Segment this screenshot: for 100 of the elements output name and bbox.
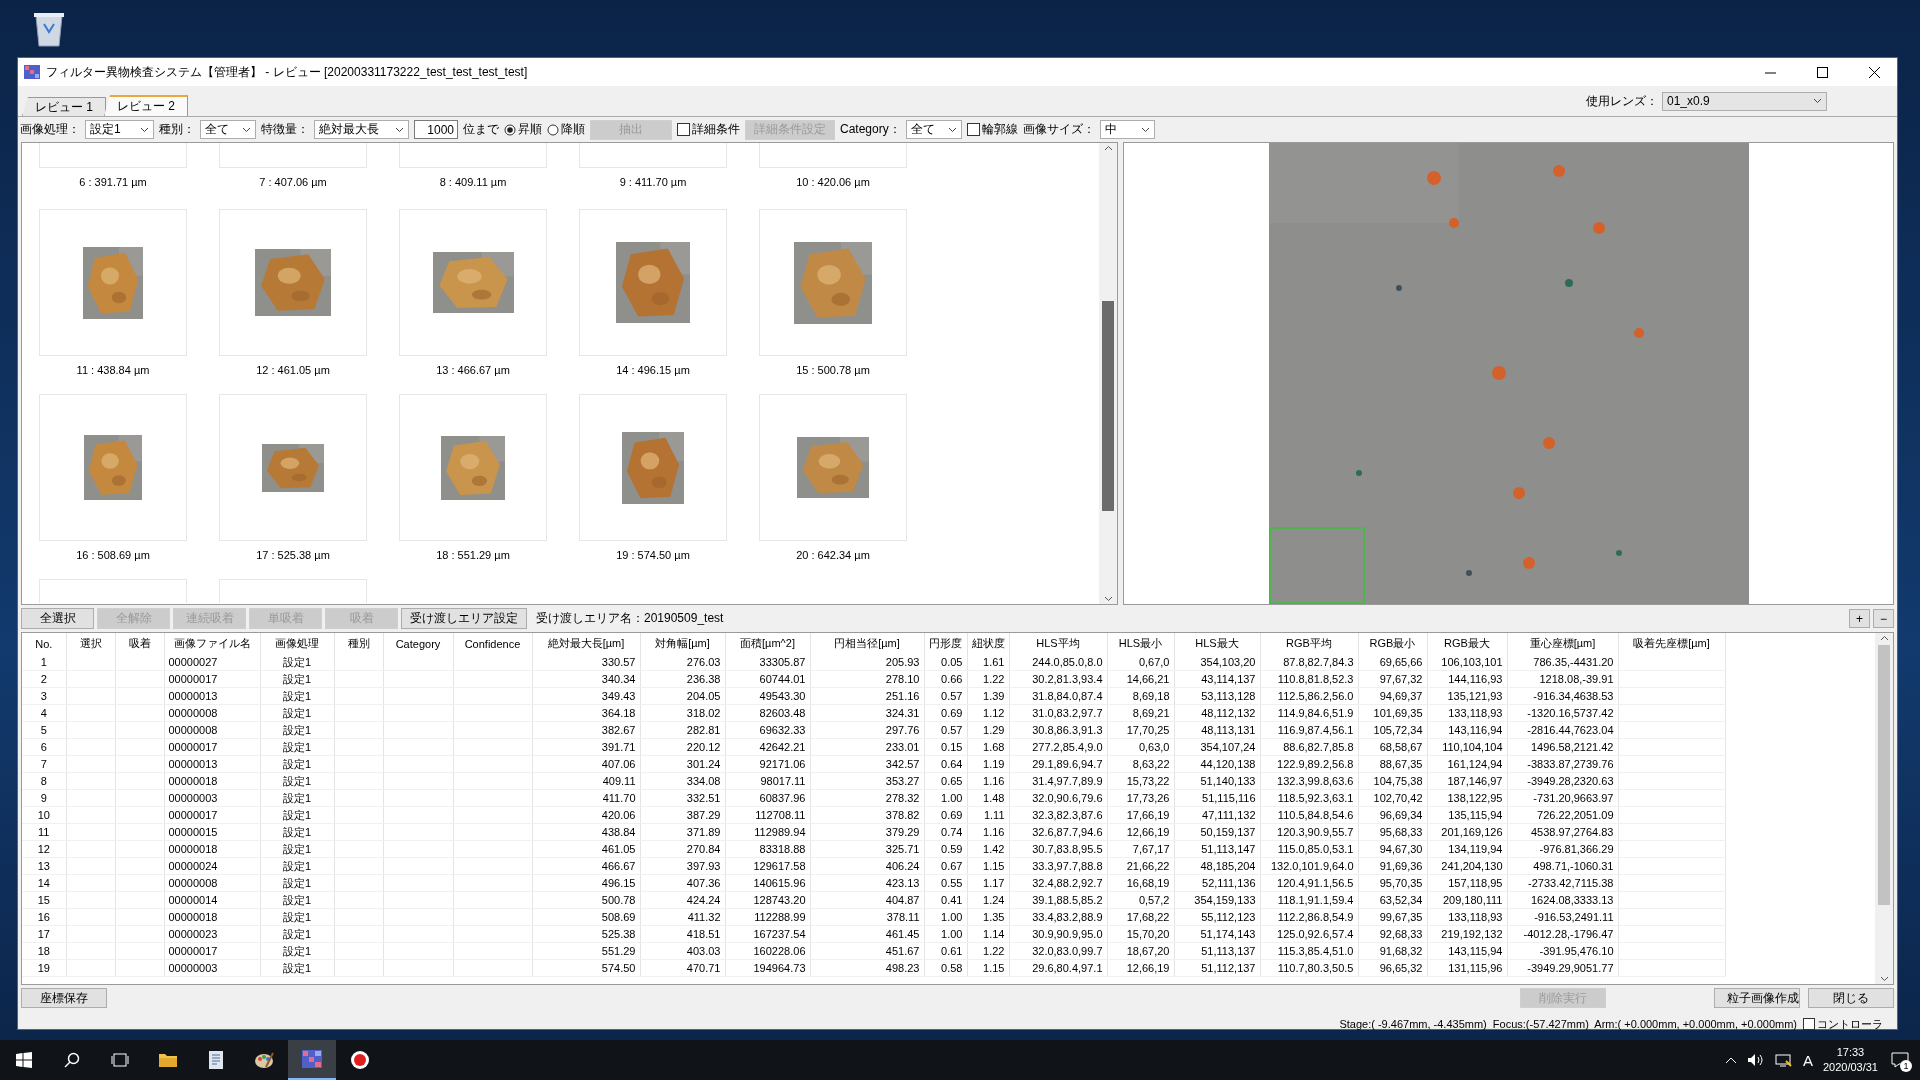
table-cell: 466.67 <box>532 857 640 875</box>
table-cell: 397.93 <box>640 857 725 875</box>
input-method-indicator[interactable]: A <box>1802 1051 1813 1069</box>
action-button[interactable]: 受け渡しエリア設定 <box>401 608 527 629</box>
thumbnail-card[interactable] <box>579 209 727 356</box>
column-header[interactable]: 画像ファイル名 <box>164 633 260 654</box>
footer-button[interactable]: 閉じる <box>1808 988 1894 1008</box>
clock[interactable]: 17:33 2020/03/31 <box>1822 1045 1878 1075</box>
table-cell: 1496.58,2121.42 <box>1507 738 1618 756</box>
table-cell: 277.2,85.4,9.0 <box>1009 738 1107 756</box>
thumbnail-card[interactable] <box>759 143 907 168</box>
table-cell: 407.06 <box>532 755 640 773</box>
table-cell: 18,67,20 <box>1107 942 1174 960</box>
network-icon[interactable] <box>1774 1053 1793 1067</box>
table-cell: 設定1 <box>260 687 334 705</box>
table-cell: 3 <box>22 687 66 705</box>
table-cell: 12,66,19 <box>1107 823 1174 841</box>
table-cell: 設定1 <box>260 959 334 977</box>
column-header[interactable]: 紐状度 <box>967 633 1009 654</box>
radio-option[interactable]: 降順 <box>547 121 585 138</box>
thumbnail-card[interactable] <box>579 394 727 541</box>
table-cell: 330.57 <box>532 654 640 671</box>
column-header[interactable]: 対角幅[µm] <box>640 633 725 654</box>
action-button[interactable]: 全選択 <box>21 608 94 629</box>
notification-button[interactable]: 1 <box>1888 1048 1912 1072</box>
zoom-out-button[interactable]: − <box>1873 609 1894 628</box>
table-cell: 8 <box>22 772 66 790</box>
thumbnail-card[interactable] <box>759 209 907 356</box>
dropdown[interactable]: 設定1 <box>85 120 154 139</box>
thumbnail-card[interactable] <box>399 394 547 541</box>
column-header[interactable]: HLS平均 <box>1009 633 1107 654</box>
column-header[interactable]: 面積[µm^2] <box>725 633 810 654</box>
column-header[interactable]: 円形度 <box>924 633 967 654</box>
table-cell: 17,70,25 <box>1107 721 1174 739</box>
thumbnail-card[interactable] <box>39 143 187 168</box>
table-cell: 418.51 <box>640 925 725 943</box>
column-header[interactable]: 種別 <box>334 633 383 654</box>
zoom-in-button[interactable]: + <box>1848 609 1870 628</box>
table-cell: 241,204,130 <box>1427 857 1507 875</box>
column-header[interactable]: 吸着先座標[µm] <box>1618 633 1725 654</box>
table-cell: 00000018 <box>164 908 260 926</box>
column-header[interactable]: 選択 <box>66 633 115 654</box>
table-cell: 設定1 <box>260 891 334 909</box>
recycle-bin-icon[interactable] <box>32 10 66 48</box>
thumbnail-card[interactable] <box>219 394 367 541</box>
column-header[interactable]: HLS最小 <box>1107 633 1174 654</box>
table-cell: 50,159,137 <box>1174 823 1260 841</box>
table-cell: 55,112,123 <box>1174 908 1260 926</box>
thumbnail-card[interactable] <box>219 143 367 168</box>
tab[interactable]: レビュー 1 <box>22 97 106 116</box>
column-header[interactable]: 絶対最大長[µm] <box>532 633 640 654</box>
column-header[interactable]: RGB最大 <box>1427 633 1507 654</box>
scrollbar[interactable] <box>1099 143 1117 604</box>
thumbnail-card[interactable] <box>759 394 907 541</box>
column-header[interactable]: 画像処理 <box>260 633 334 654</box>
column-header[interactable]: No. <box>22 633 66 654</box>
dropdown[interactable]: 中 <box>1099 120 1155 139</box>
table-cell: 112.2,86.8,54.9 <box>1260 908 1358 926</box>
thumbnail-card[interactable] <box>39 209 187 356</box>
footer-button[interactable]: 粒子画像作成 <box>1714 988 1800 1008</box>
table-cell: 110.8,81.8,52.3 <box>1260 670 1358 688</box>
column-header[interactable]: HLS最大 <box>1174 633 1260 654</box>
dropdown[interactable]: 全て <box>905 120 962 139</box>
table-cell: 30.2,81.3,93.4 <box>1009 670 1107 688</box>
table-cell: 1.16 <box>967 772 1009 790</box>
table-cell: 508.69 <box>532 908 640 926</box>
footer-button[interactable]: 座標保存 <box>21 988 107 1008</box>
tab[interactable]: レビュー 2 <box>104 95 189 116</box>
checkbox[interactable]: コントローラ <box>1803 1016 1883 1032</box>
column-header[interactable]: Confidence <box>453 633 532 654</box>
column-header[interactable]: RGB最小 <box>1358 633 1427 654</box>
thumbnail-label: 19 : 574.50 µm <box>616 549 690 561</box>
thumbnail-card[interactable] <box>579 143 727 168</box>
scrollbar[interactable] <box>1875 633 1893 984</box>
chevron-icon[interactable] <box>1724 1056 1737 1064</box>
thumbnail-card[interactable] <box>39 394 187 541</box>
column-header[interactable]: 吸着 <box>115 633 164 654</box>
column-header[interactable]: RGB平均 <box>1260 633 1358 654</box>
thumbnail-card[interactable] <box>399 209 547 356</box>
checkbox[interactable]: 詳細条件 <box>677 121 740 138</box>
count-field[interactable]: 1000 <box>414 120 458 139</box>
speaker-icon[interactable] <box>1746 1053 1765 1067</box>
table-cell: 17 <box>22 925 66 943</box>
transfer-area-name: 受け渡しエリア名：20190509_test <box>536 610 724 627</box>
thumbnail-card[interactable] <box>39 579 187 603</box>
column-header[interactable]: Category <box>383 633 453 654</box>
radio-option[interactable]: 昇順 <box>504 121 542 138</box>
column-header[interactable]: 重心座標[µm] <box>1507 633 1618 654</box>
table-cell: 278.10 <box>810 670 924 688</box>
thumbnail-card[interactable] <box>219 579 367 603</box>
thumbnail-card[interactable] <box>399 143 547 168</box>
dropdown[interactable]: 01_x0.9 <box>1662 91 1827 111</box>
dropdown[interactable]: 絶対最大長 <box>314 120 409 139</box>
table-cell: 451.67 <box>810 942 924 960</box>
thumbnail-card[interactable] <box>219 209 367 356</box>
column-header[interactable]: 円相当径[µm] <box>810 633 924 654</box>
checkbox[interactable]: 輪郭線 <box>966 121 1018 138</box>
dropdown[interactable]: 全て <box>200 120 256 139</box>
table-cell: 0.61 <box>924 942 967 960</box>
table-cell: 1218.08,-39.91 <box>1507 670 1618 688</box>
